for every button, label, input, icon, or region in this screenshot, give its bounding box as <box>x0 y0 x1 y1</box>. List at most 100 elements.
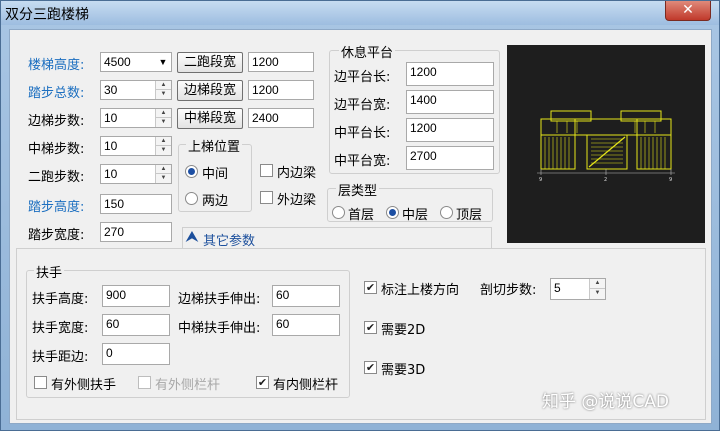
side-steps-value: 10 <box>104 111 118 125</box>
spin-buttons[interactable]: ▲ ▼ <box>155 109 171 127</box>
preview-dim-middle: 2 <box>604 177 607 183</box>
chevron-down-icon[interactable]: ▼ <box>157 56 169 68</box>
spin-up-icon[interactable]: ▲ <box>156 81 171 90</box>
side-steps-spinner[interactable]: 10 ▲ ▼ <box>100 108 172 128</box>
middle-run-width-input[interactable]: 2400 <box>248 108 314 128</box>
outer-beam-label: 外边梁 <box>277 193 317 208</box>
inner-railing-label: 有内侧栏杆 <box>273 378 339 393</box>
up-middle-label: 中间 <box>202 167 229 182</box>
side-handrail-extend-input[interactable]: 60 <box>272 285 340 307</box>
middle-handrail-extend-input[interactable]: 60 <box>272 314 340 336</box>
middle-steps-spinner[interactable]: 10 ▲ ▼ <box>100 136 172 156</box>
side-run-width-button[interactable]: 边梯段宽 <box>177 80 243 101</box>
radio-first-floor[interactable] <box>332 206 345 219</box>
handrail-height-input[interactable]: 900 <box>102 285 170 307</box>
handrail-width-input[interactable]: 60 <box>102 314 170 336</box>
handrail-height-label: 扶手高度: <box>32 292 89 307</box>
inner-railing-checkbox[interactable]: ✔ <box>256 376 269 389</box>
title-bar: 双分三跑楼梯 ✕ <box>1 1 719 25</box>
dialog-window: 双分三跑楼梯 ✕ 楼梯高度: 4500 ▼ 踏步总数: 30 ▲ ▼ 边梯步数: … <box>0 0 720 431</box>
stair-height-label: 楼梯高度: <box>28 58 85 73</box>
landing-title: 休息平台 <box>339 42 396 61</box>
middle-floor-label: 中层 <box>402 208 429 223</box>
preview-dim-left: 9 <box>539 177 542 183</box>
side-landing-length-input[interactable]: 1200 <box>406 62 494 86</box>
mark-up-direction-label: 标注上楼方向 <box>381 283 460 298</box>
stair-plan-drawing: 9 2 9 <box>537 110 675 183</box>
spin-down-icon[interactable]: ▼ <box>156 146 171 155</box>
radio-up-both-sides[interactable] <box>185 192 198 205</box>
spin-up-icon[interactable]: ▲ <box>156 109 171 118</box>
step-total-value: 30 <box>104 83 118 97</box>
spin-down-icon[interactable]: ▼ <box>156 90 171 99</box>
tab-other-params-label: 其它参数 <box>203 234 256 249</box>
radio-middle-floor[interactable] <box>386 206 399 219</box>
stair-height-combo[interactable]: 4500 ▼ <box>100 52 172 72</box>
side-run-width-input[interactable]: 1200 <box>248 80 314 100</box>
close-button[interactable]: ✕ <box>665 1 711 21</box>
handrail-title: 扶手 <box>34 262 65 281</box>
spin-down-icon[interactable]: ▼ <box>590 289 605 298</box>
outer-beam-checkbox[interactable] <box>260 191 273 204</box>
preview-dim-right: 9 <box>669 177 672 183</box>
cut-steps-spinner[interactable]: 5 ▲ ▼ <box>550 278 606 300</box>
stair-height-value: 4500 <box>104 55 131 69</box>
inner-beam-label: 内边梁 <box>277 166 317 181</box>
outer-railing-checkbox[interactable] <box>138 376 151 389</box>
middle-landing-length-input[interactable]: 1200 <box>406 118 494 142</box>
side-landing-width-label: 边平台宽: <box>334 98 391 113</box>
middle-landing-width-input[interactable]: 2700 <box>406 146 494 170</box>
second-run-width-input[interactable]: 1200 <box>248 52 314 72</box>
dialog-client-area: 楼梯高度: 4500 ▼ 踏步总数: 30 ▲ ▼ 边梯步数: 10 ▲ ▼ 中梯步… <box>9 29 712 424</box>
side-landing-length-label: 边平台长: <box>334 70 391 85</box>
side-handrail-extend-label: 边梯扶手伸出: <box>178 292 261 307</box>
radio-top-floor[interactable] <box>440 206 453 219</box>
need-2d-label: 需要2D <box>381 323 426 338</box>
middle-handrail-extend-label: 中梯扶手伸出: <box>178 321 261 336</box>
step-width-label: 踏步宽度: <box>28 228 85 243</box>
watermark: 知乎 @说说CAD <box>542 392 669 412</box>
side-steps-label: 边梯步数: <box>28 114 85 129</box>
side-landing-width-input[interactable]: 1400 <box>406 90 494 114</box>
up-position-title: 上梯位置 <box>186 136 243 155</box>
second-run-steps-label: 二跑步数: <box>28 170 85 185</box>
cut-steps-label: 剖切步数: <box>480 283 537 298</box>
step-total-spinner[interactable]: 30 ▲ ▼ <box>100 80 172 100</box>
cut-steps-value: 5 <box>554 281 561 295</box>
step-width-input[interactable]: 270 <box>100 222 172 242</box>
second-run-steps-value: 10 <box>104 167 118 181</box>
spin-up-icon[interactable]: ▲ <box>156 137 171 146</box>
step-height-input[interactable]: 150 <box>100 194 172 214</box>
handrail-edge-distance-input[interactable]: 0 <box>102 343 170 365</box>
middle-run-width-button[interactable]: 中梯段宽 <box>177 108 243 129</box>
spin-buttons[interactable]: ▲ ▼ <box>589 279 605 299</box>
spin-buttons[interactable]: ▲ ▼ <box>155 137 171 155</box>
mark-up-direction-checkbox[interactable]: ✔ <box>364 281 377 294</box>
middle-steps-value: 10 <box>104 139 118 153</box>
handrail-edge-distance-label: 扶手距边: <box>32 350 89 365</box>
top-floor-label: 顶层 <box>456 208 483 223</box>
inner-beam-checkbox[interactable] <box>260 164 273 177</box>
need-2d-checkbox[interactable]: ✔ <box>364 321 377 334</box>
step-total-label: 踏步总数: <box>28 86 85 101</box>
middle-steps-label: 中梯步数: <box>28 142 85 157</box>
second-run-steps-spinner[interactable]: 10 ▲ ▼ <box>100 164 172 184</box>
spin-up-icon[interactable]: ▲ <box>590 279 605 289</box>
handrail-width-label: 扶手宽度: <box>32 321 89 336</box>
radio-up-middle[interactable] <box>185 165 198 178</box>
spin-buttons[interactable]: ▲ ▼ <box>155 81 171 99</box>
stair-preview: 9 2 9 <box>507 45 705 243</box>
second-run-width-button[interactable]: 二跑段宽 <box>177 52 243 73</box>
double-chevron-up-icon[interactable]: ⮝ <box>186 229 198 245</box>
tab-other-params[interactable]: ⮝ 其它参数 <box>182 227 492 249</box>
spin-buttons[interactable]: ▲ ▼ <box>155 165 171 183</box>
spin-down-icon[interactable]: ▼ <box>156 174 171 183</box>
spin-down-icon[interactable]: ▼ <box>156 118 171 127</box>
outer-handrail-label: 有外侧扶手 <box>51 378 117 393</box>
step-height-label: 踏步高度: <box>28 200 85 215</box>
middle-landing-length-label: 中平台长: <box>334 126 391 141</box>
outer-handrail-checkbox[interactable] <box>34 376 47 389</box>
need-3d-checkbox[interactable]: ✔ <box>364 361 377 374</box>
first-floor-label: 首层 <box>348 208 375 223</box>
spin-up-icon[interactable]: ▲ <box>156 165 171 174</box>
